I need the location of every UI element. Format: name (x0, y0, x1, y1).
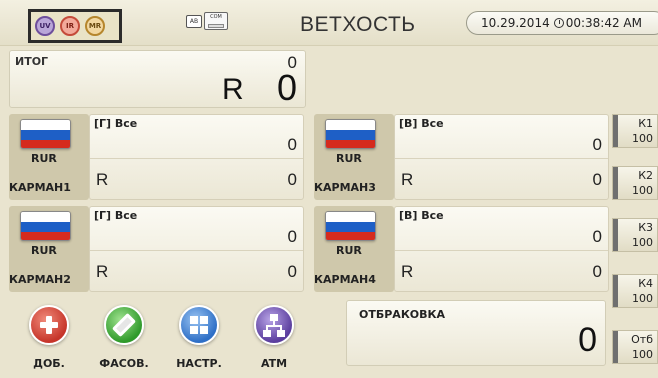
pocket-amount: 0 (287, 262, 297, 281)
k-box-label: К4 (638, 277, 653, 290)
pocket-currency: RUR (336, 244, 362, 257)
pocket-side: RUR КАРМАН2 (9, 206, 89, 292)
russia-flag-icon (325, 211, 376, 241)
total-currency-symbol: R (222, 73, 244, 106)
pocket-category: [Г] Все (94, 209, 138, 222)
russia-flag-icon (20, 211, 71, 241)
pocket-currency-symbol: R (96, 170, 109, 189)
plus-icon (29, 305, 69, 345)
mode-com-icon[interactable]: COM (204, 12, 228, 30)
pocket-category: [В] Все (399, 117, 444, 130)
batch-icon (104, 305, 144, 345)
k-box-value: 100 (632, 348, 653, 361)
k-box-value: 100 (632, 132, 653, 145)
pocket-3[interactable]: RUR КАРМАН3 [В] Все 0 R 0 (314, 114, 609, 200)
reject-count: 0 (578, 321, 597, 359)
atm-button[interactable]: ATM (238, 305, 310, 375)
pocket-name: КАРМАН4 (314, 273, 376, 286)
k-box-label: К3 (638, 221, 653, 234)
mr-sensor-icon: MR (85, 16, 105, 36)
atm-network-icon (254, 305, 294, 345)
k-box-2[interactable]: К2 100 (612, 166, 658, 200)
k-box-1[interactable]: К1 100 (612, 114, 658, 148)
k-box-label: К1 (638, 117, 653, 130)
k-box-label: К2 (638, 169, 653, 182)
pocket-currency: RUR (31, 152, 57, 165)
mode-ab-icon[interactable]: AB (186, 15, 202, 28)
pocket-name: КАРМАН1 (9, 181, 71, 194)
reject-panel: ОТБРАКОВКА 0 (346, 300, 606, 366)
pocket-4[interactable]: RUR КАРМАН4 [В] Все 0 R 0 (314, 206, 609, 292)
add-button[interactable]: ДОБ. (13, 305, 85, 375)
pocket-count: 0 (592, 135, 602, 154)
batch-button[interactable]: ФАСОВ. (88, 305, 160, 375)
pocket-1[interactable]: RUR КАРМАН1 [Г] Все 0 R 0 (9, 114, 304, 200)
pocket-body: [В] Все 0 R 0 (394, 206, 609, 292)
pocket-amount: 0 (592, 262, 602, 281)
pocket-name: КАРМАН3 (314, 181, 376, 194)
add-button-label: ДОБ. (33, 357, 65, 370)
russia-flag-icon (325, 119, 376, 149)
pocket-currency-symbol: R (401, 170, 414, 189)
ir-sensor-icon: IR (60, 16, 80, 36)
pocket-name: КАРМАН2 (9, 273, 71, 286)
k-box-label: Отб (631, 333, 653, 346)
total-amount: 0 (276, 67, 297, 108)
pocket-count: 0 (592, 227, 602, 246)
k-box-3[interactable]: К3 100 (612, 218, 658, 252)
k-box-value: 100 (632, 236, 653, 249)
datetime-display: 10.29.2014 00:38:42 AM (466, 11, 658, 35)
k-box-reject[interactable]: Отб 100 (612, 330, 658, 364)
pocket-count: 0 (287, 135, 297, 154)
pocket-body: [Г] Все 0 R 0 (89, 206, 304, 292)
pocket-category: [Г] Все (94, 117, 138, 130)
pocket-2[interactable]: RUR КАРМАН2 [Г] Все 0 R 0 (9, 206, 304, 292)
pocket-side: RUR КАРМАН1 (9, 114, 89, 200)
pocket-currency: RUR (336, 152, 362, 165)
mode-com-label: COM (210, 14, 222, 20)
russia-flag-icon (20, 119, 71, 149)
date-text: 10.29.2014 (481, 16, 550, 30)
batch-button-label: ФАСОВ. (99, 357, 149, 370)
settings-button-label: НАСТР. (176, 357, 222, 370)
pocket-amount: 0 (592, 170, 602, 189)
total-panel: ИТОГ 0 R 0 (9, 50, 306, 108)
uv-sensor-icon: UV (35, 16, 55, 36)
k-box-4[interactable]: К4 100 (612, 274, 658, 308)
time-text: 00:38:42 AM (565, 16, 642, 30)
pocket-currency-symbol: R (96, 262, 109, 281)
settings-button[interactable]: НАСТР. (163, 305, 235, 375)
pocket-body: [В] Все 0 R 0 (394, 114, 609, 200)
page-title: ВЕТХОСТЬ (300, 13, 416, 36)
sensor-indicators: UV IR MR (28, 9, 122, 43)
total-label: ИТОГ (15, 55, 49, 68)
atm-button-label: ATM (260, 357, 288, 370)
pocket-amount: 0 (287, 170, 297, 189)
pocket-currency-symbol: R (401, 262, 414, 281)
pocket-category: [В] Все (399, 209, 444, 222)
pocket-body: [Г] Все 0 R 0 (89, 114, 304, 200)
clock-icon (553, 18, 564, 28)
pocket-side: RUR КАРМАН3 (314, 114, 394, 200)
pocket-count: 0 (287, 227, 297, 246)
reject-label: ОТБРАКОВКА (359, 308, 446, 321)
settings-gear-icon (179, 305, 219, 345)
k-box-value: 100 (632, 292, 653, 305)
pocket-currency: RUR (31, 244, 57, 257)
k-box-value: 100 (632, 184, 653, 197)
pocket-side: RUR КАРМАН4 (314, 206, 394, 292)
